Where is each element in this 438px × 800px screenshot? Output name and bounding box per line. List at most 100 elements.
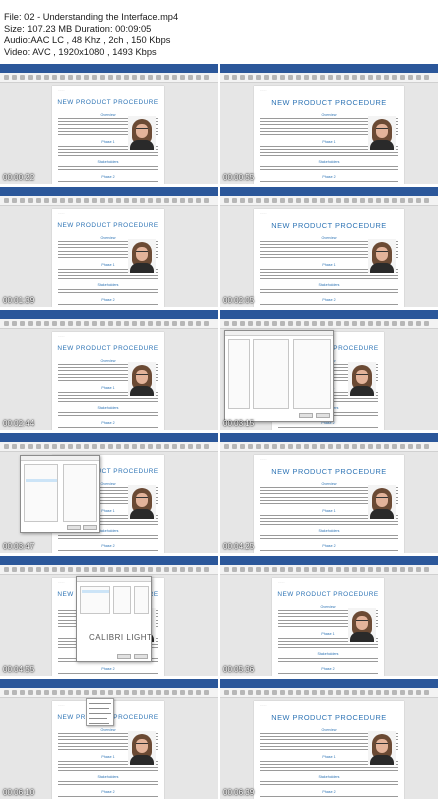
text-line bbox=[58, 673, 158, 674]
text-line bbox=[58, 275, 158, 276]
text-line bbox=[260, 770, 398, 771]
ok-button[interactable] bbox=[67, 525, 81, 530]
heading-phase-2: Phase 2 bbox=[101, 544, 115, 548]
text-line bbox=[260, 278, 398, 279]
ribbon-toolbar bbox=[0, 442, 218, 452]
timestamp-label: 00:01:39 bbox=[3, 296, 35, 305]
text-line bbox=[260, 152, 398, 153]
presenter-webcam bbox=[128, 362, 156, 396]
presenter-webcam bbox=[368, 731, 396, 765]
text-line bbox=[278, 427, 378, 428]
presenter-webcam bbox=[128, 239, 156, 273]
video-thumbnail: ..........NEW PRODUCT PROCEDUREOverviewP… bbox=[0, 64, 218, 184]
cancel-button[interactable] bbox=[134, 654, 148, 659]
file-name-line: File: 02 - Understanding the Interface.m… bbox=[4, 12, 179, 22]
ribbon-toolbar bbox=[220, 565, 438, 575]
document-title: NEW PRODUCT PROCEDURE bbox=[57, 99, 159, 106]
presenter-webcam bbox=[368, 239, 396, 273]
text-line bbox=[260, 784, 398, 785]
text-line bbox=[260, 524, 398, 525]
text-line bbox=[260, 767, 398, 768]
presenter-webcam bbox=[128, 116, 156, 150]
ok-button[interactable] bbox=[117, 654, 131, 659]
document-title: NEW PRODUCT PROCEDURE bbox=[271, 221, 387, 230]
page-header: .......... bbox=[260, 212, 267, 215]
timestamp-label: 00:04:25 bbox=[223, 542, 255, 551]
text-line bbox=[260, 181, 398, 182]
text-line bbox=[58, 166, 158, 167]
audio-info-line: Audio:AAC LC , 48 Khz , 2ch , 150 Kbps bbox=[4, 35, 171, 45]
text-line bbox=[58, 181, 158, 182]
heading-stakeholders: Stakeholders bbox=[317, 652, 339, 656]
dropdown-menu[interactable] bbox=[86, 698, 114, 726]
text-line bbox=[58, 796, 158, 797]
text-line bbox=[278, 647, 378, 648]
timestamp-label: 00:02:44 bbox=[3, 419, 35, 428]
page-header: .......... bbox=[260, 458, 267, 461]
heading-phase-2: Phase 2 bbox=[101, 790, 115, 794]
font-preview-text: CALIBRI LIGHT bbox=[89, 633, 152, 642]
text-line bbox=[58, 169, 158, 170]
document-title: NEW PRODUCT PROCEDURE bbox=[277, 591, 379, 598]
heading-stakeholders: Stakeholders bbox=[318, 529, 340, 533]
text-line bbox=[58, 535, 158, 536]
document-title: NEW PRODUCT PROCEDURE bbox=[57, 345, 159, 352]
text-line bbox=[260, 781, 398, 782]
presenter-webcam bbox=[368, 485, 396, 519]
text-line bbox=[58, 278, 158, 279]
thumbnail-grid: .......... NEW PRODUCT PROCEDURE Overview P… bbox=[0, 64, 438, 800]
video-thumbnail: ..........NEW PRODUCT PROCEDUREOverviewP… bbox=[0, 679, 218, 799]
ribbon-toolbar bbox=[220, 688, 438, 698]
text-line bbox=[58, 781, 158, 782]
document-title: NEW PRODUCT PROCEDURE bbox=[271, 713, 387, 722]
text-line bbox=[58, 398, 158, 399]
ribbon-toolbar bbox=[220, 319, 438, 329]
text-line bbox=[58, 550, 158, 551]
video-info-line: Video: AVC , 1920x1080 , 1493 Kbps bbox=[4, 46, 157, 57]
heading-stakeholders: Stakeholders bbox=[318, 160, 340, 164]
heading-stakeholders: Stakeholders bbox=[97, 406, 119, 410]
timestamp-label: 00:03:47 bbox=[3, 542, 35, 551]
ribbon-toolbar bbox=[0, 565, 218, 575]
customize-dialog[interactable] bbox=[20, 455, 100, 533]
text-line bbox=[58, 304, 158, 305]
ok-button[interactable] bbox=[299, 413, 313, 418]
text-line bbox=[260, 292, 398, 293]
heading-stakeholders: Stakeholders bbox=[318, 775, 340, 779]
cancel-button[interactable] bbox=[316, 413, 330, 418]
cancel-button[interactable] bbox=[83, 525, 97, 530]
text-line bbox=[58, 427, 158, 428]
timestamp-label: 00:06:10 bbox=[3, 788, 35, 797]
document-title: NEW PRODUCT PROCEDURE bbox=[271, 467, 387, 476]
text-line bbox=[58, 767, 158, 768]
page-header: .......... bbox=[58, 335, 65, 338]
text-line bbox=[260, 155, 398, 156]
page-header: .......... bbox=[58, 704, 65, 707]
heading-stakeholders: Stakeholders bbox=[97, 283, 119, 287]
text-line bbox=[58, 415, 158, 416]
font-dialog[interactable]: CALIBRI LIGHT bbox=[76, 576, 152, 662]
timestamp-label: 00:06:39 bbox=[223, 788, 255, 797]
presenter-webcam bbox=[128, 485, 156, 519]
heading-phase-2: Phase 2 bbox=[322, 544, 336, 548]
page-header: .......... bbox=[260, 89, 267, 92]
video-thumbnail: ..........NEW PRODUCT PROCEDUREOverviewP… bbox=[0, 187, 218, 307]
heading-phase-2: Phase 2 bbox=[101, 667, 115, 671]
page-header: .......... bbox=[58, 581, 65, 584]
text-line bbox=[260, 521, 398, 522]
text-line bbox=[58, 412, 158, 413]
options-dialog[interactable] bbox=[224, 330, 334, 422]
video-thumbnail: ..........NEW PRODUCT PROCEDUREOverviewP… bbox=[220, 679, 438, 799]
timestamp-label: 00:05:36 bbox=[223, 665, 255, 674]
document-title: NEW PRODUCT PROCEDURE bbox=[271, 98, 387, 107]
timestamp-label: 00:04:55 bbox=[3, 665, 35, 674]
text-line bbox=[58, 155, 158, 156]
text-line bbox=[260, 538, 398, 539]
text-line bbox=[58, 784, 158, 785]
text-line bbox=[260, 304, 398, 305]
text-line bbox=[278, 673, 378, 674]
presenter-webcam bbox=[348, 362, 376, 396]
presenter-webcam bbox=[348, 608, 376, 642]
video-thumbnail: ..........NEW PRODUCT PROCEDUREOverviewP… bbox=[220, 556, 438, 676]
heading-phase-2: Phase 2 bbox=[101, 421, 115, 425]
